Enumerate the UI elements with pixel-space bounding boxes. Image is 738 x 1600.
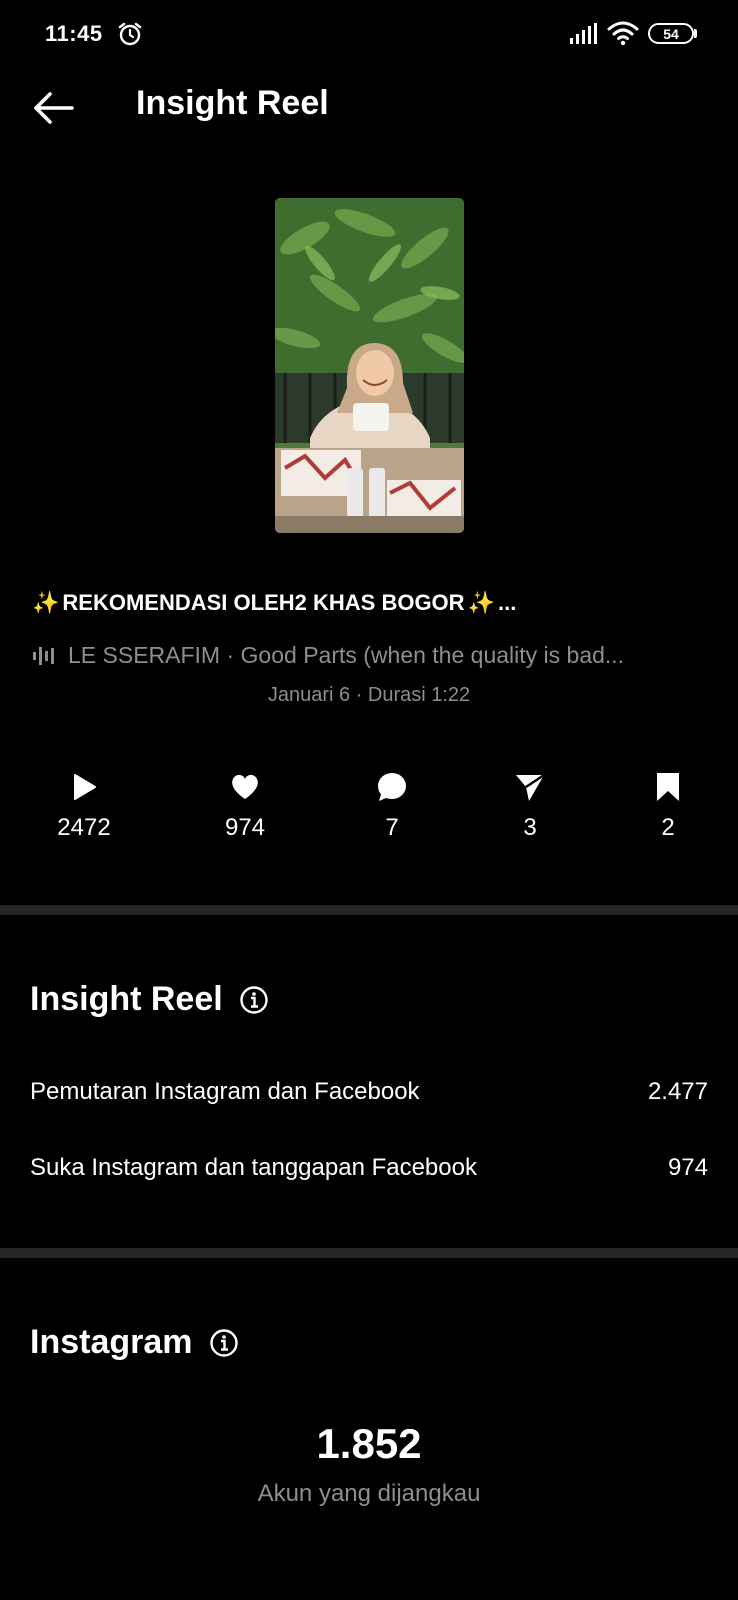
row-label: Pemutaran Instagram dan Facebook bbox=[30, 1078, 420, 1105]
accounts-reached-count: 1.852 bbox=[316, 1420, 422, 1467]
reel-thumbnail[interactable] bbox=[275, 198, 464, 533]
likes-count: 974 bbox=[224, 814, 266, 841]
caption-ellipsis: ... bbox=[497, 590, 517, 615]
row-label: Suka Instagram dan tanggapan Facebook bbox=[30, 1154, 477, 1181]
reel-caption[interactable]: ✨ REKOMENDASI OLEH2 KHAS BOGOR ✨ ... bbox=[32, 590, 712, 616]
stat-shares: 3 bbox=[470, 770, 590, 842]
saves-count: 2 bbox=[661, 814, 675, 841]
instagram-section-title: Instagram bbox=[30, 1323, 239, 1362]
stat-saves: 2 bbox=[608, 770, 728, 842]
send-icon bbox=[516, 773, 545, 801]
stat-plays: 2472 bbox=[24, 770, 144, 842]
back-arrow-icon[interactable] bbox=[30, 88, 76, 128]
caption-text: REKOMENDASI OLEH2 KHAS BOGOR bbox=[62, 590, 465, 615]
stat-comments: 7 bbox=[332, 770, 452, 842]
play-icon bbox=[74, 774, 96, 800]
bookmark-icon bbox=[657, 773, 679, 801]
reel-audio[interactable]: LE SSERAFIM · Good Parts (when the quali… bbox=[32, 642, 712, 669]
row-value: 2.477 bbox=[647, 1078, 708, 1105]
accounts-reached-label: Akun yang dijangkau bbox=[257, 1480, 481, 1507]
status-time: 11:45 bbox=[45, 21, 103, 46]
page-title: Insight Reel bbox=[136, 84, 329, 122]
info-icon[interactable] bbox=[239, 985, 269, 1015]
sparkle-emoji: ✨ bbox=[467, 590, 495, 615]
audio-waveform-icon bbox=[33, 646, 54, 665]
insight-row-likes: Suka Instagram dan tanggapan Facebook 97… bbox=[30, 1154, 708, 1182]
insight-section-title-text: Insight Reel bbox=[30, 980, 223, 1018]
status-bar: 11:45 54 bbox=[0, 0, 738, 70]
wifi-icon bbox=[607, 21, 639, 46]
comment-icon bbox=[378, 773, 406, 801]
reel-meta: Januari 6 · Durasi 1:22 bbox=[267, 684, 471, 706]
alarm-icon bbox=[118, 22, 142, 46]
instagram-section-title-text: Instagram bbox=[30, 1323, 193, 1361]
battery-level: 54 bbox=[663, 25, 679, 42]
row-value: 974 bbox=[667, 1154, 708, 1181]
section-divider bbox=[0, 1248, 738, 1258]
sparkle-emoji: ✨ bbox=[32, 590, 60, 615]
section-divider bbox=[0, 905, 738, 915]
plays-count: 2472 bbox=[57, 814, 111, 841]
comments-count: 7 bbox=[385, 814, 399, 841]
battery-indicator: 54 bbox=[648, 23, 694, 44]
insight-row-plays: Pemutaran Instagram dan Facebook 2.477 bbox=[30, 1078, 708, 1106]
insight-section-title: Insight Reel bbox=[30, 980, 269, 1019]
heart-icon bbox=[232, 774, 258, 799]
audio-title: LE SSERAFIM · Good Parts (when the quali… bbox=[68, 642, 625, 668]
info-icon[interactable] bbox=[209, 1328, 239, 1358]
shares-count: 3 bbox=[523, 814, 537, 841]
cellular-signal-icon bbox=[570, 23, 597, 44]
stat-likes: 974 bbox=[185, 770, 305, 842]
battery-tip bbox=[694, 29, 697, 38]
